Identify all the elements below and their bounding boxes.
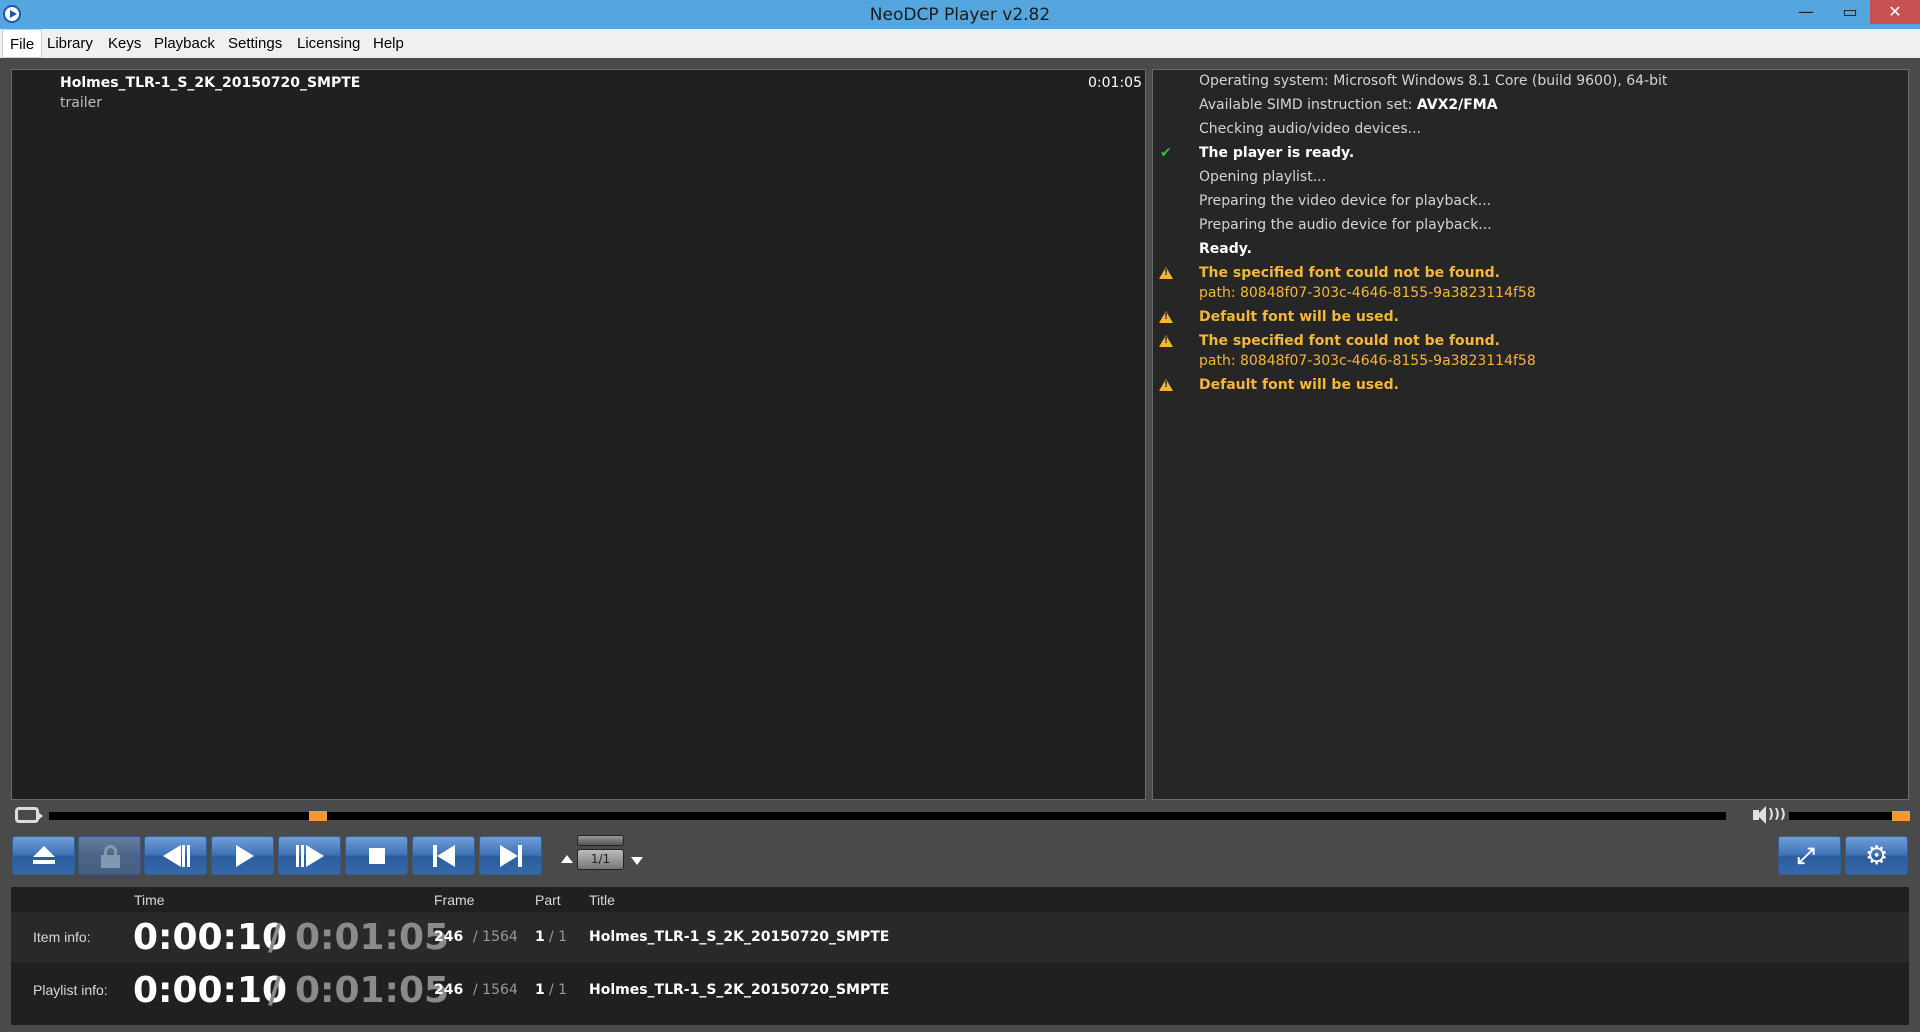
playlist-part-total: / 1: [549, 982, 568, 998]
volume-slider[interactable]: [1789, 811, 1910, 821]
playlist-info-row: Playlist info: 0:00:10 / 0:01:05 246 / 1…: [11, 965, 1909, 1016]
checkmark-icon: ✔: [1160, 145, 1172, 161]
menu-keys[interactable]: Keys: [101, 29, 148, 58]
skip-next-button[interactable]: [479, 836, 542, 875]
time-separator: /: [268, 970, 282, 1011]
lock-button[interactable]: [78, 836, 141, 875]
item-frame-total: / 1564: [473, 929, 518, 945]
playlist-item-title[interactable]: Holmes_TLR-1_S_2K_20150720_SMPTE: [60, 75, 360, 91]
log-line: Operating system: Microsoft Windows 8.1 …: [1199, 73, 1668, 89]
minimize-button[interactable]: —: [1786, 0, 1826, 24]
loop-icon[interactable]: [15, 807, 43, 823]
warning-icon: [1159, 379, 1173, 391]
playlist-part-current: 1: [535, 982, 545, 998]
log-line: path: 80848f07-303c-4646-8155-9a3823114f…: [1199, 285, 1536, 301]
menu-file[interactable]: File: [2, 29, 43, 58]
part-down-icon[interactable]: [631, 857, 643, 865]
item-frame-current: 246: [434, 929, 464, 945]
item-part-current: 1: [535, 929, 545, 945]
part-up-icon[interactable]: [561, 855, 573, 863]
gear-icon: ⚙: [1865, 841, 1889, 871]
playlist-frame-total: / 1564: [473, 982, 518, 998]
playlist-item-kind: trailer: [60, 95, 102, 111]
log-line: Preparing the video device for playback.…: [1199, 193, 1492, 209]
warning-icon: [1159, 311, 1173, 323]
playlist-time-total: 0:01:05: [295, 970, 450, 1011]
volume-handle[interactable]: [1892, 811, 1910, 821]
step-back-icon: [145, 837, 206, 874]
item-info-row: Item info: 0:00:10 / 0:01:05 246 / 1564 …: [11, 912, 1909, 963]
seek-handle[interactable]: [309, 811, 327, 821]
close-button[interactable]: ✕: [1870, 0, 1920, 24]
item-time-current: 0:00:10: [133, 917, 288, 958]
skip-previous-icon: [413, 837, 474, 874]
log-line-text: Available SIMD instruction set:: [1199, 97, 1417, 113]
log-line: The player is ready.: [1199, 145, 1355, 161]
log-line: The specified font could not be found.: [1199, 333, 1500, 349]
settings-button[interactable]: ⚙: [1845, 836, 1908, 875]
maximize-button[interactable]: ▭: [1830, 0, 1870, 24]
eject-button[interactable]: [12, 836, 75, 875]
playlist-time-current: 0:00:10: [133, 970, 288, 1011]
menu-licensing[interactable]: Licensing: [290, 29, 367, 58]
log-line: Available SIMD instruction set: AVX2/FMA: [1199, 97, 1498, 113]
volume-icon[interactable]: ))): [1753, 806, 1786, 824]
log-line: Ready.: [1199, 241, 1252, 257]
step-back-button[interactable]: [144, 836, 207, 875]
fullscreen-icon: ⤢: [1797, 844, 1815, 869]
fullscreen-button[interactable]: ⤢: [1778, 836, 1841, 875]
menu-settings[interactable]: Settings: [221, 29, 289, 58]
item-title: Holmes_TLR-1_S_2K_20150720_SMPTE: [589, 929, 890, 945]
lock-icon: [79, 837, 140, 874]
playlist-frame-current: 246: [434, 982, 464, 998]
menu-help[interactable]: Help: [366, 29, 411, 58]
play-button[interactable]: [211, 836, 274, 875]
menu-playback[interactable]: Playback: [147, 29, 222, 58]
menu-library[interactable]: Library: [40, 29, 100, 58]
item-part-total: / 1: [549, 929, 568, 945]
header-time: Time: [134, 892, 165, 908]
log-line: Opening playlist...: [1199, 169, 1327, 185]
warning-icon: [1159, 267, 1173, 279]
log-line: Default font will be used.: [1199, 377, 1399, 393]
log-line: Preparing the audio device for playback.…: [1199, 217, 1492, 233]
part-selector[interactable]: 1/1: [561, 833, 643, 877]
playlist-panel[interactable]: Holmes_TLR-1_S_2K_20150720_SMPTE trailer…: [11, 69, 1146, 800]
title-bar: NeoDCP Player v2.82 — ▭ ✕: [0, 0, 1920, 29]
warning-icon: [1159, 335, 1173, 347]
log-line: The specified font could not be found.: [1199, 265, 1500, 281]
part-selector-value: 1/1: [577, 849, 624, 870]
playlist-title: Holmes_TLR-1_S_2K_20150720_SMPTE: [589, 982, 890, 998]
info-table: Time Frame Part Title Item info: 0:00:10…: [11, 887, 1909, 1025]
step-forward-icon: [279, 837, 340, 874]
log-line: Checking audio/video devices...: [1199, 121, 1421, 137]
playlist-info-label: Playlist info:: [33, 982, 108, 998]
stop-button[interactable]: [345, 836, 408, 875]
seek-bar[interactable]: [49, 811, 1726, 821]
time-separator: /: [268, 917, 282, 958]
stop-icon: [346, 837, 407, 874]
header-title: Title: [589, 892, 615, 908]
log-line: Default font will be used.: [1199, 309, 1399, 325]
header-frame: Frame: [434, 892, 475, 908]
simd-value: AVX2/FMA: [1416, 97, 1498, 113]
item-time-total: 0:01:05: [295, 917, 450, 958]
play-icon: [212, 837, 273, 874]
item-info-label: Item info:: [33, 929, 91, 945]
log-panel[interactable]: Operating system: Microsoft Windows 8.1 …: [1152, 69, 1909, 800]
eject-icon: [13, 837, 74, 874]
window-title: NeoDCP Player v2.82: [869, 5, 1051, 25]
step-forward-button[interactable]: [278, 836, 341, 875]
skip-previous-button[interactable]: [412, 836, 475, 875]
header-part: Part: [535, 892, 561, 908]
playlist-item-duration: 0:01:05: [1088, 75, 1142, 91]
log-line: path: 80848f07-303c-4646-8155-9a3823114f…: [1199, 353, 1536, 369]
menu-bar: File Library Keys Playback Settings Lice…: [0, 29, 1920, 58]
skip-next-icon: [480, 837, 541, 874]
